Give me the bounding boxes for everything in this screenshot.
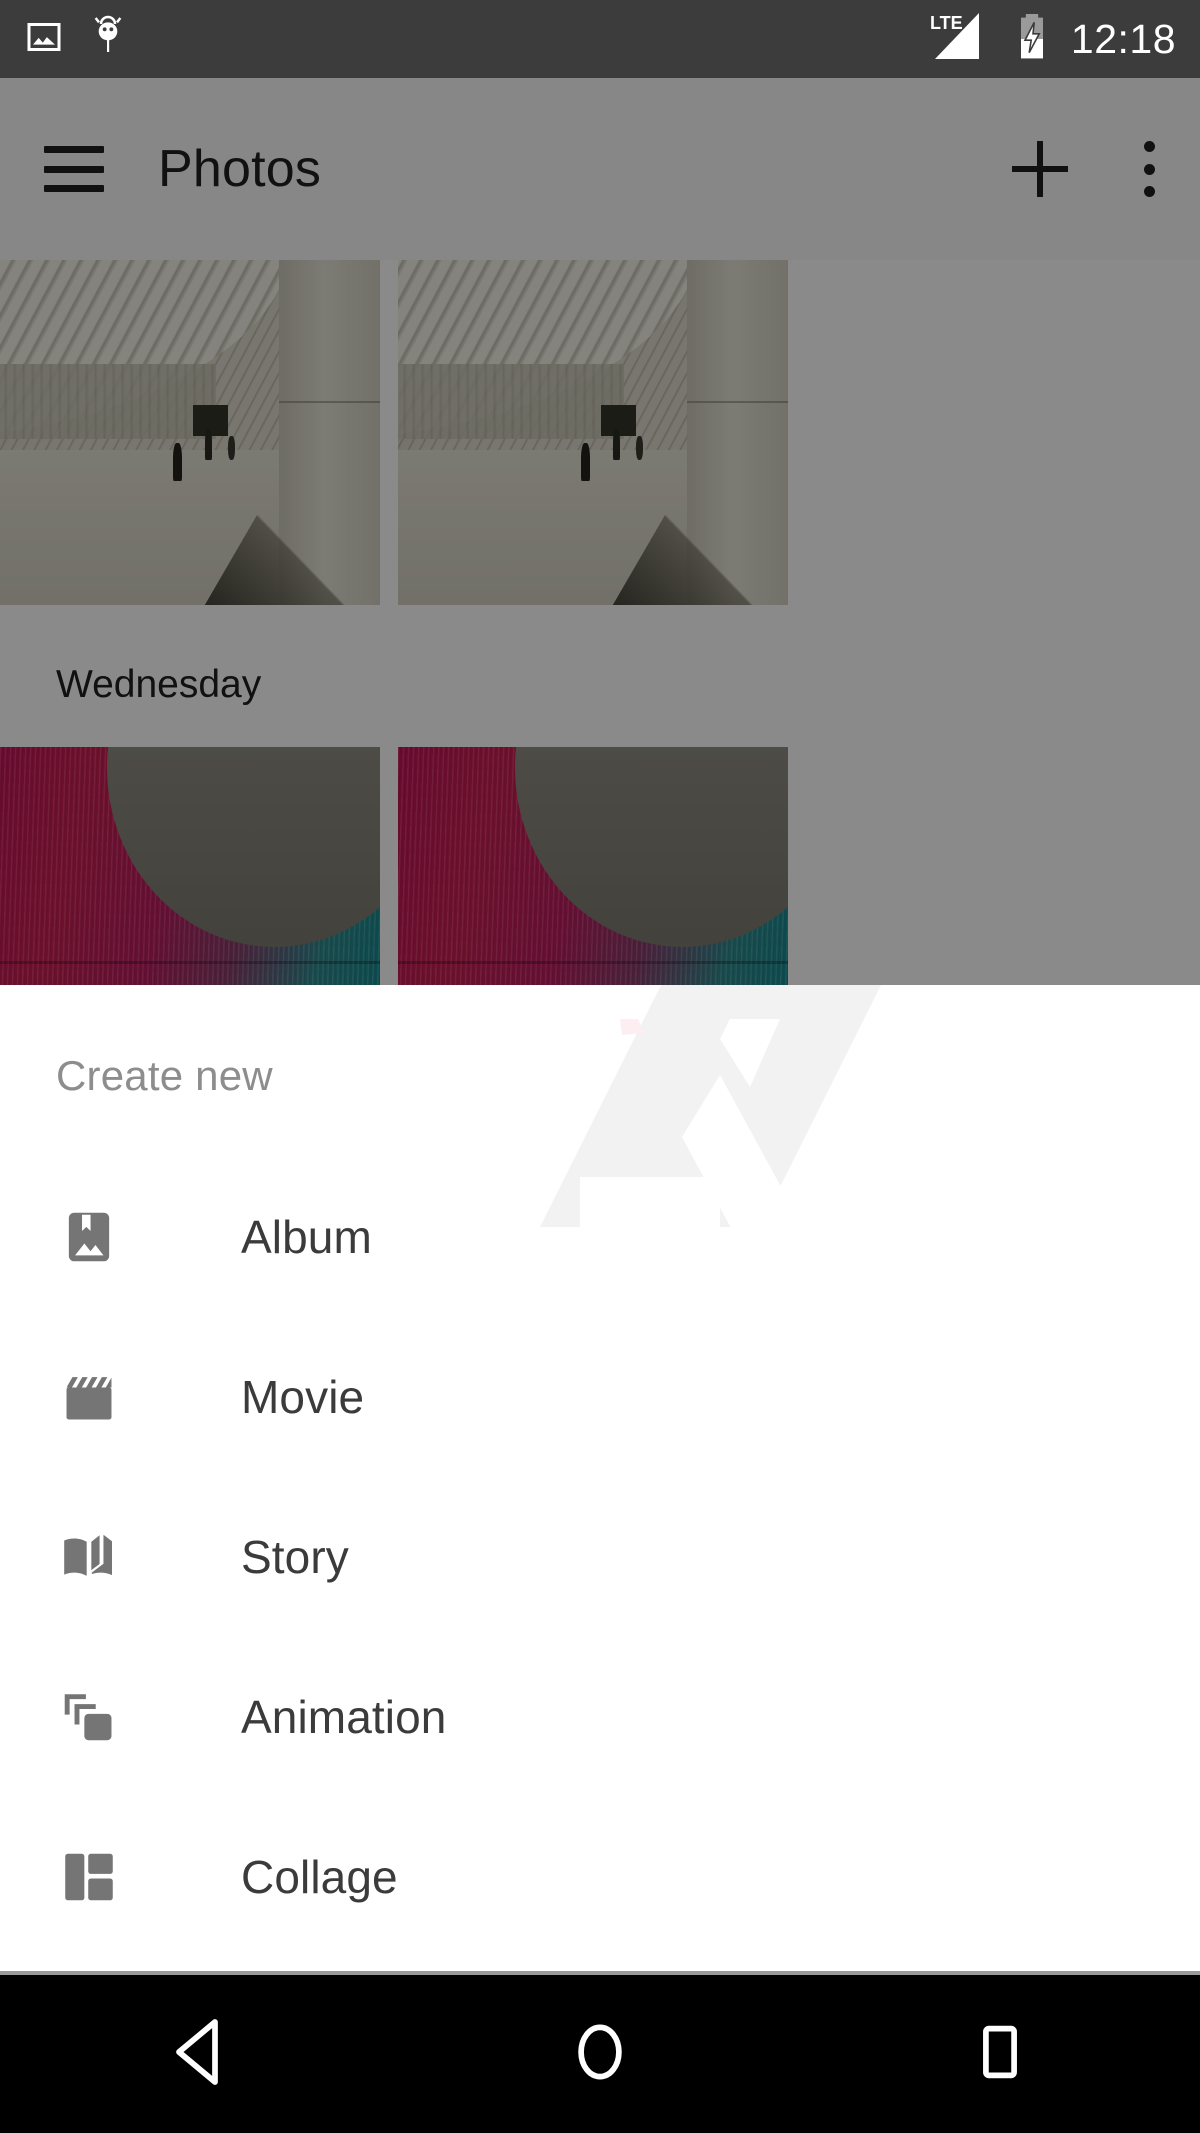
status-bar: LTE 12:18 [0, 0, 1200, 78]
status-bar-clock: 12:18 [1070, 15, 1176, 62]
status-bar-right-icons: LTE 12:18 [929, 11, 1176, 68]
menu-item-collage[interactable]: Collage [0, 1797, 1200, 1957]
create-new-menu: Album Movie Story Animation Collage [0, 1157, 1200, 1957]
menu-item-label: Collage [241, 1851, 398, 1903]
menu-item-label: Story [241, 1531, 349, 1583]
menu-item-animation[interactable]: Animation [0, 1637, 1200, 1797]
adb-bug-icon [88, 15, 128, 64]
collage-grid-icon [56, 1844, 122, 1910]
battery-charging-icon [1015, 12, 1049, 67]
menu-item-movie[interactable]: Movie [0, 1317, 1200, 1477]
lte-signal-icon: LTE [929, 11, 993, 68]
menu-item-story[interactable]: Story [0, 1477, 1200, 1637]
menu-item-label: Album [241, 1211, 372, 1263]
screenshot-icon [24, 17, 64, 62]
home-button[interactable] [525, 1999, 675, 2109]
create-new-bottom-sheet: Create new Album Movie Story Animation C… [0, 985, 1200, 1975]
album-photo-bookmark-icon [56, 1204, 122, 1270]
bottom-sheet-title: Create new [56, 1052, 273, 1099]
modal-scrim[interactable] [0, 78, 1200, 985]
menu-item-album[interactable]: Album [0, 1157, 1200, 1317]
svg-text:LTE: LTE [930, 13, 963, 33]
phone-screen: LTE 12:18 Photos Wednesday Create new Al… [0, 0, 1200, 2133]
back-triangle-icon [167, 2016, 233, 2093]
movie-clapperboard-icon [56, 1364, 122, 1430]
recents-button[interactable] [925, 1999, 1075, 2109]
back-button[interactable] [125, 1999, 275, 2109]
home-circle-icon [567, 2016, 633, 2093]
recents-square-icon [967, 2016, 1033, 2093]
menu-item-label: Animation [241, 1691, 447, 1743]
menu-item-label: Movie [241, 1371, 365, 1423]
open-book-icon [56, 1524, 122, 1590]
android-navigation-bar [0, 1975, 1200, 2133]
stacked-layers-icon [56, 1684, 122, 1750]
status-bar-left-icons [24, 15, 128, 64]
